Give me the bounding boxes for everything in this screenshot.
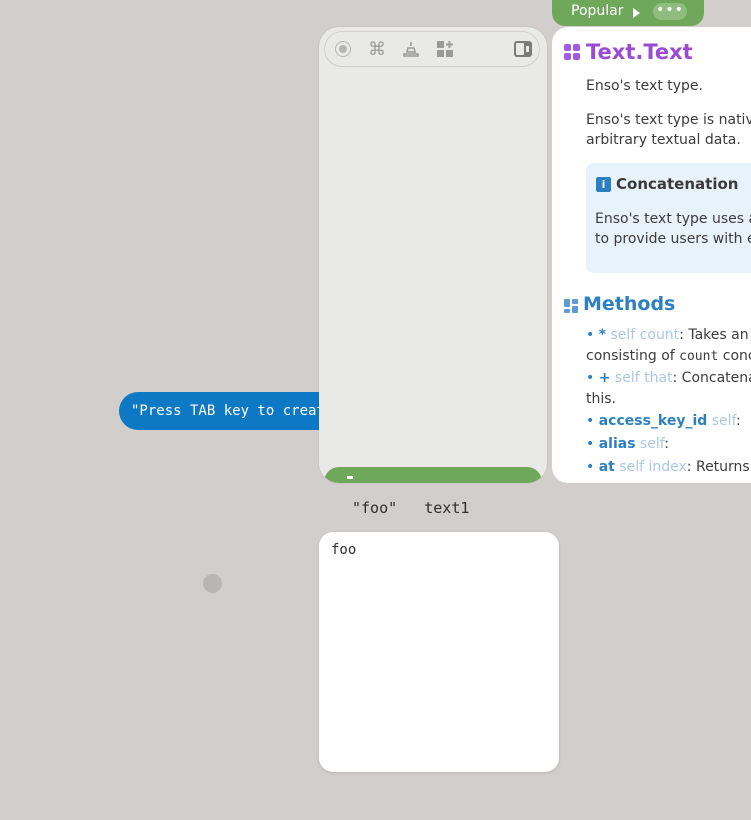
method-name[interactable]: +	[599, 370, 611, 386]
info-title: Concatenation	[616, 175, 739, 193]
command-icon[interactable]: ⌘	[366, 38, 388, 60]
method-desc-cont: consisting of	[586, 348, 680, 364]
visualization-text: foo	[331, 542, 357, 558]
docs-desc-line2: arbitrary textual data.	[586, 132, 741, 148]
method-desc: :	[736, 413, 741, 429]
method-args: self count	[610, 327, 680, 343]
method-desc: :	[664, 436, 669, 452]
component-browser-toolbar: ⌘	[324, 31, 540, 67]
method-item[interactable]: • + self that: Concatenat	[586, 368, 751, 389]
method-args: self	[711, 413, 736, 429]
method-item[interactable]: • alias self:	[586, 434, 669, 455]
docs-desc-line1: Enso's text type is native	[586, 112, 751, 128]
info-icon: i	[596, 177, 611, 192]
sidebar-toggle-icon[interactable]	[512, 38, 534, 60]
method-desc-cont-2: conc	[722, 348, 751, 364]
docs-tab-label[interactable]: Popular	[571, 3, 624, 19]
info-text: Enso's text type uses a to provide users…	[595, 209, 751, 249]
play-icon[interactable]	[633, 8, 640, 18]
visualization-panel[interactable]: foo	[319, 532, 559, 772]
info-line2: to provide users with ef	[595, 231, 751, 247]
node-port[interactable]	[203, 574, 222, 593]
method-name[interactable]: access_key_id	[599, 413, 708, 429]
node-expression-text: "Press TAB key to creat	[131, 403, 325, 419]
method-item[interactable]: • * self count: Takes an in	[586, 325, 751, 346]
docs-breadcrumb-tab[interactable]: Popular •••	[552, 0, 704, 26]
component-browser-panel: ⌘	[319, 27, 547, 483]
info-line1: Enso's text type uses a	[595, 211, 751, 227]
method-name[interactable]: at	[599, 459, 615, 475]
method-item[interactable]: • at self index: Returns a	[586, 457, 751, 478]
stack-icon[interactable]	[400, 38, 422, 60]
component-input-bar[interactable]	[324, 467, 542, 483]
method-item[interactable]: • access_key_id self:	[586, 411, 741, 432]
method-name[interactable]: *	[599, 327, 606, 343]
method-desc: : Returns a	[686, 459, 751, 475]
node-expression[interactable]: "foo"	[352, 499, 397, 517]
node-variable-name[interactable]: text1	[424, 499, 469, 517]
text-cursor	[347, 476, 353, 479]
methods-icon	[564, 299, 578, 313]
radio-icon[interactable]	[332, 38, 354, 60]
method-item-continued: this.	[586, 389, 616, 410]
docs-intro: Enso's text type.	[586, 78, 703, 94]
info-callout: i Concatenation Enso's text type uses a …	[586, 163, 751, 273]
method-args: self	[640, 436, 665, 452]
method-desc: : Concatenat	[672, 370, 751, 386]
docs-title: Text.Text	[586, 40, 693, 64]
method-args: self index	[619, 459, 687, 475]
method-desc: : Takes an in	[679, 327, 751, 343]
code-inline: count	[679, 349, 719, 364]
type-icon	[564, 44, 580, 60]
method-desc-cont: this.	[586, 391, 616, 407]
grid-plus-icon[interactable]	[434, 38, 456, 60]
node-output-header: "foo" text1	[352, 499, 469, 517]
method-name[interactable]: alias	[599, 436, 636, 452]
more-icon[interactable]: •••	[653, 3, 687, 20]
method-item-continued: consisting of count conc	[586, 346, 751, 367]
method-args: self that	[614, 370, 673, 386]
methods-heading: Methods	[583, 293, 676, 315]
documentation-panel: Text.Text Enso's text type. Enso's text …	[552, 27, 751, 483]
